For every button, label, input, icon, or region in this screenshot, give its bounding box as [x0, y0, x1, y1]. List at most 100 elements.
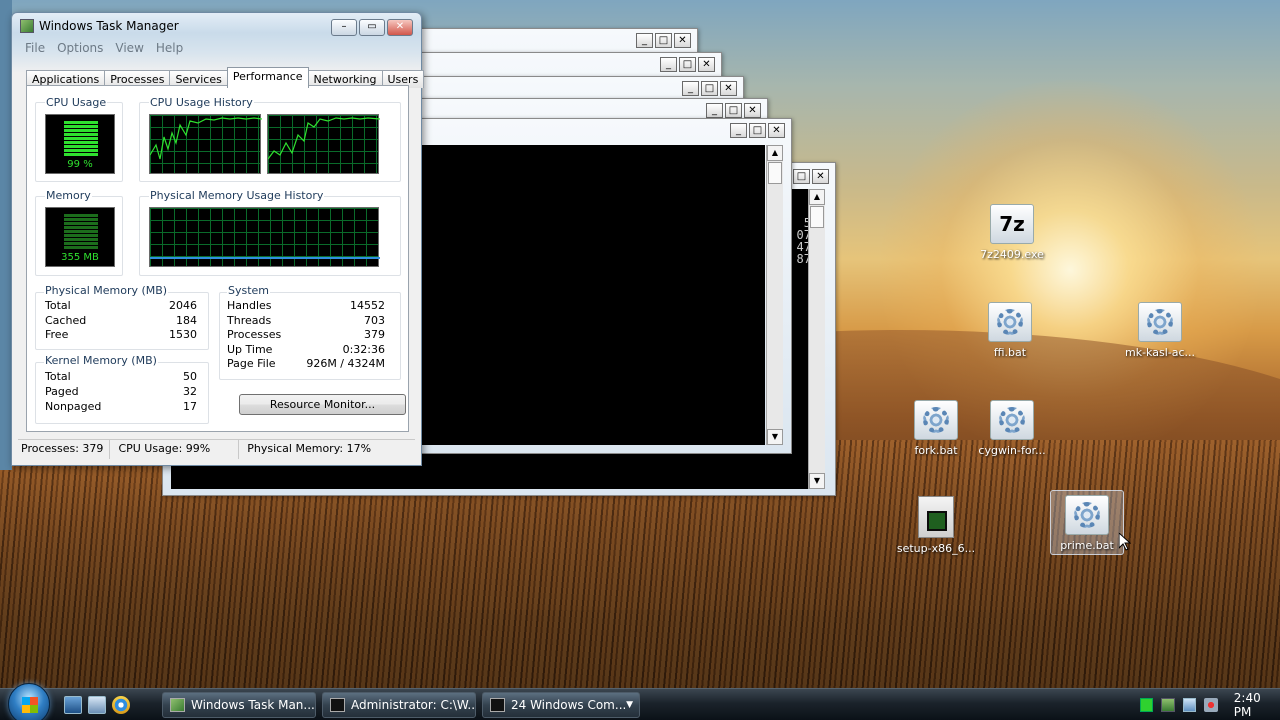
cpu-usage-meter: 99 %	[45, 114, 115, 174]
switch-windows-icon[interactable]	[88, 696, 106, 714]
scroll-down-icon[interactable]: ▼	[809, 473, 825, 489]
batch-file-icon	[1138, 302, 1182, 342]
cpu-history-label: CPU Usage History	[149, 96, 254, 109]
stat-label: Free	[45, 328, 69, 341]
stat-value: 50	[183, 370, 197, 383]
desktop-icon-7z[interactable]: 7z 7z2409.exe	[972, 204, 1052, 261]
stat-label: Page File	[227, 357, 276, 370]
stat-row: Nonpaged 17	[45, 400, 197, 413]
task-manager-icon	[170, 698, 185, 712]
taskbar-button-administrator[interactable]: Administrator: C:\W...	[322, 692, 476, 718]
close-icon[interactable]: ✕	[768, 123, 785, 138]
desktop-icon-mk-kasl[interactable]: mk-kasl-ac...	[1120, 302, 1200, 359]
batch-file-icon	[990, 400, 1034, 440]
resource-monitor-button[interactable]: Resource Monitor...	[239, 394, 406, 415]
task-manager-window[interactable]: Windows Task Manager – ▭ ✕ File Options …	[11, 12, 425, 466]
console-icon	[490, 698, 505, 712]
stat-row: Free 1530	[45, 328, 197, 341]
batch-file-icon	[914, 400, 958, 440]
minimize-icon[interactable]: _	[730, 123, 747, 138]
status-memory: Physical Memory: 17%	[247, 442, 372, 455]
icon-label: ffi.bat	[993, 346, 1027, 359]
taskbar-button-task-manager[interactable]: Windows Task Man...	[162, 692, 316, 718]
console-scrollbar[interactable]: ▲ ▼	[808, 189, 825, 489]
memory-history-line	[150, 257, 380, 259]
stat-label: Handles	[227, 299, 272, 312]
start-button-icon[interactable]	[8, 683, 50, 720]
taskbar-button-label: Windows Task Man...	[191, 698, 315, 712]
performance-panel: CPU Usage 99 % CPU Usage History Memory …	[26, 85, 409, 432]
minimize-icon[interactable]: _	[660, 57, 677, 72]
desktop-icon-cygwin[interactable]: cygwin-for...	[972, 400, 1052, 457]
close-icon[interactable]: ✕	[812, 169, 829, 184]
taskbar-button-windows-group[interactable]: 24 Windows Com... ▼	[482, 692, 640, 718]
scroll-up-icon[interactable]: ▲	[809, 189, 825, 205]
menu-file[interactable]: File	[25, 41, 45, 55]
stat-value: 14552	[350, 299, 385, 312]
scroll-up-icon[interactable]: ▲	[767, 145, 783, 161]
maximize-icon[interactable]: ▭	[359, 19, 385, 36]
gear-icon	[1074, 502, 1100, 528]
show-desktop-icon[interactable]	[64, 696, 82, 714]
cpu-history-graph-core2	[267, 114, 380, 174]
maximize-icon[interactable]: □	[793, 169, 810, 184]
maximize-icon[interactable]: □	[701, 81, 718, 96]
task-manager-icon	[20, 19, 34, 33]
desktop-icon-fork[interactable]: fork.bat	[896, 400, 976, 457]
status-cpu: CPU Usage: 99%	[110, 440, 240, 459]
cpu-history-line	[268, 117, 380, 160]
volume-muted-icon[interactable]	[1204, 697, 1218, 712]
desktop-icon-prime[interactable]: prime.bat	[1050, 490, 1124, 555]
stat-value: 926M / 4324M	[306, 357, 385, 370]
internet-explorer-icon[interactable]	[112, 696, 130, 714]
title-bar[interactable]: Windows Task Manager	[20, 19, 179, 33]
minimize-icon[interactable]: _	[706, 103, 723, 118]
minimize-icon[interactable]: _	[682, 81, 699, 96]
stat-label: Threads	[227, 314, 272, 327]
green-status-icon[interactable]	[1140, 697, 1154, 712]
scroll-down-icon[interactable]: ▼	[767, 429, 783, 445]
desktop-icon-ffi[interactable]: ffi.bat	[970, 302, 1050, 359]
maximize-icon[interactable]: □	[749, 123, 766, 138]
close-icon[interactable]: ✕	[744, 103, 761, 118]
desktop-icon-setup[interactable]: setup-x86_6...	[896, 496, 976, 555]
close-icon[interactable]: ✕	[674, 33, 691, 48]
close-icon[interactable]: ✕	[698, 57, 715, 72]
icon-label: 7z2409.exe	[980, 248, 1044, 261]
icon-label: cygwin-for...	[978, 444, 1046, 457]
console-scrollbar[interactable]: ▲ ▼	[766, 145, 783, 445]
menu-help[interactable]: Help	[156, 41, 183, 55]
minimize-icon[interactable]: _	[636, 33, 653, 48]
close-icon[interactable]: ✕	[387, 19, 413, 36]
maximize-icon[interactable]: □	[679, 57, 696, 72]
stat-row: Total 2046	[45, 299, 197, 312]
scroll-thumb[interactable]	[810, 206, 824, 228]
minimize-icon[interactable]: –	[331, 19, 357, 36]
stat-label: Nonpaged	[45, 400, 102, 413]
clock[interactable]: 2:40 PM	[1234, 691, 1280, 719]
stat-row: Total 50	[45, 370, 197, 383]
console-window-front[interactable]: _ □ ✕ ▲ ▼	[380, 118, 792, 454]
scroll-thumb[interactable]	[768, 162, 782, 184]
console-output-area[interactable]	[389, 145, 765, 445]
taskbar: Windows Task Man... Administrator: C:\W.…	[0, 683, 1280, 720]
taskbar-button-label: Administrator: C:\W...	[351, 698, 476, 712]
gear-icon	[1147, 309, 1173, 335]
network-icon[interactable]	[1182, 697, 1197, 712]
maximize-icon[interactable]: □	[655, 33, 672, 48]
performance-meter-icon[interactable]	[1161, 697, 1175, 712]
stat-row: Handles 14552	[227, 299, 385, 312]
menu-view[interactable]: View	[115, 41, 143, 55]
maximize-icon[interactable]: □	[725, 103, 742, 118]
stat-value: 184	[176, 314, 197, 327]
batch-file-icon	[988, 302, 1032, 342]
cpu-usage-value: 99 %	[67, 159, 93, 170]
stat-row: Cached 184	[45, 314, 197, 327]
tab-performance[interactable]: Performance	[226, 67, 309, 88]
setup-exe-icon	[918, 496, 954, 538]
stat-value: 703	[364, 314, 385, 327]
stat-value: 32	[183, 385, 197, 398]
menu-options[interactable]: Options	[57, 41, 103, 55]
stat-label: Cached	[45, 314, 87, 327]
close-icon[interactable]: ✕	[720, 81, 737, 96]
